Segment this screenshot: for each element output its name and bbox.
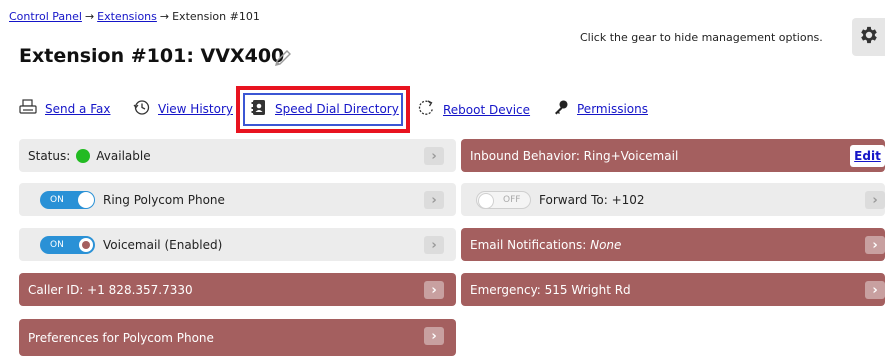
emergency-row[interactable]: Emergency: 515 Wright Rd › <box>461 273 885 306</box>
reboot-device-link[interactable]: Reboot Device <box>417 99 530 120</box>
breadcrumb-separator: → <box>84 10 95 23</box>
address-book-icon <box>251 99 275 119</box>
toggle-knob <box>478 192 494 209</box>
caller-id-label: Caller ID: +1 828.357.7330 <box>28 282 193 297</box>
caller-id-row[interactable]: Caller ID: +1 828.357.7330 › <box>19 273 456 306</box>
breadcrumb-current: Extension #101 <box>172 10 260 23</box>
reboot-icon <box>417 99 443 120</box>
inbound-behavior-label: Inbound Behavior: Ring+Voicemail <box>470 148 679 163</box>
breadcrumb-control-panel[interactable]: Control Panel <box>9 10 82 23</box>
chevron-right-icon[interactable]: › <box>865 236 885 254</box>
fax-icon <box>19 99 45 118</box>
speed-dial-directory-label[interactable]: Speed Dial Directory <box>275 102 399 116</box>
chevron-right-icon[interactable]: › <box>424 191 444 209</box>
chevron-right-icon[interactable]: › <box>424 147 444 165</box>
emergency-label: Emergency: 515 Wright Rd <box>470 282 631 297</box>
gear-icon <box>858 24 880 50</box>
status-row[interactable]: Status: Available › <box>19 139 456 172</box>
status-value: Available <box>96 148 151 163</box>
email-notifications-label: Email Notifications: <box>470 237 587 252</box>
key-icon <box>553 99 577 118</box>
ring-phone-label: Ring Polycom Phone <box>103 192 225 207</box>
reboot-device-label[interactable]: Reboot Device <box>443 103 530 117</box>
send-fax-link[interactable]: Send a Fax <box>19 99 110 118</box>
status-available-dot <box>76 148 91 163</box>
voicemail-knob <box>79 237 93 252</box>
chevron-right-icon[interactable]: › <box>865 281 885 299</box>
send-fax-label[interactable]: Send a Fax <box>45 102 110 116</box>
gear-hint-text: Click the gear to hide management option… <box>580 31 823 44</box>
chevron-right-icon[interactable]: › <box>424 327 444 345</box>
forward-to-label: Forward To: +102 <box>539 192 645 207</box>
chevron-right-icon[interactable]: › <box>865 191 885 209</box>
toggle-state-label: OFF <box>503 194 521 205</box>
email-notifications-row[interactable]: Email Notifications: None › <box>461 228 885 261</box>
toggle-knob <box>78 191 94 208</box>
voicemail-row[interactable]: ON Voicemail (Enabled) › <box>19 228 456 261</box>
breadcrumb-separator: → <box>159 10 170 23</box>
breadcrumb-extensions[interactable]: Extensions <box>97 10 157 23</box>
preferences-row[interactable]: Preferences for Polycom Phone › <box>19 319 456 356</box>
permissions-link[interactable]: Permissions <box>553 99 648 118</box>
view-history-link[interactable]: View History <box>133 99 233 119</box>
ring-phone-toggle[interactable]: ON <box>40 190 95 209</box>
edit-button[interactable]: Edit <box>850 145 885 167</box>
permissions-label[interactable]: Permissions <box>577 102 648 116</box>
voicemail-toggle[interactable]: ON <box>40 235 95 254</box>
speed-dial-directory-link[interactable]: Speed Dial Directory <box>251 99 399 119</box>
forward-toggle[interactable]: OFF <box>476 190 531 209</box>
email-notifications-value: None <box>590 237 622 252</box>
inbound-behavior-row[interactable]: Inbound Behavior: Ring+Voicemail Edit <box>461 139 885 172</box>
forward-to-row[interactable]: OFF Forward To: +102 › <box>461 183 885 216</box>
page-title: Extension #101: VVX400 <box>19 45 285 67</box>
breadcrumb: Control Panel → Extensions → Extension #101 <box>9 10 260 23</box>
toggle-state-label: ON <box>50 194 64 205</box>
gear-button[interactable] <box>852 18 885 56</box>
toggle-state-label: ON <box>50 239 64 250</box>
ring-phone-row[interactable]: ON Ring Polycom Phone › <box>19 183 456 216</box>
view-history-label[interactable]: View History <box>158 102 233 116</box>
chevron-right-icon[interactable]: › <box>424 236 444 254</box>
history-icon <box>133 99 158 119</box>
chevron-right-icon[interactable]: › <box>424 281 444 299</box>
preferences-label: Preferences for Polycom Phone <box>28 330 214 345</box>
voicemail-label: Voicemail (Enabled) <box>103 237 223 252</box>
status-label: Status: <box>28 148 71 163</box>
edit-pencil-icon[interactable] <box>272 47 294 69</box>
